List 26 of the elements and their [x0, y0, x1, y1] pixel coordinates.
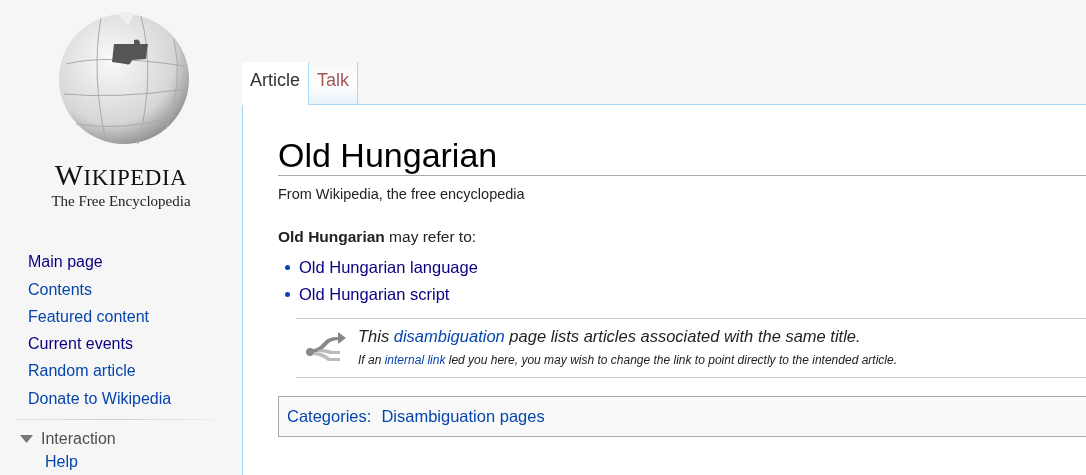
nav-link[interactable]: Current events: [28, 330, 133, 358]
nav-link[interactable]: Contents: [28, 275, 93, 303]
nav-link[interactable]: Featured content: [28, 302, 149, 331]
disambiguation-link[interactable]: disambiguation: [393, 327, 505, 345]
internal-link[interactable]: internal link: [384, 353, 446, 367]
bullet-icon: [285, 292, 290, 297]
logo-tagline: The Free Encyclopedia: [51, 193, 191, 210]
notice-text: This disambiguation page lists articles associated with the same title.: [358, 327, 862, 346]
bullet-icon: [285, 265, 290, 270]
category-link[interactable]: Disambiguation pages: [381, 407, 545, 426]
article-subtitle: From Wikipedia, the free encyclopedia: [278, 186, 526, 202]
article-link[interactable]: Old Hungarian language: [299, 258, 478, 277]
nav-link[interactable]: Random article: [28, 357, 136, 385]
portal-heading: Interaction: [41, 430, 116, 448]
page-tab[interactable]: Article: [242, 62, 309, 105]
logo-wordmark: WIKIPEDIA: [54, 158, 188, 192]
nav-link[interactable]: Help: [45, 448, 78, 475]
caret-down-icon[interactable]: [20, 435, 33, 443]
nav-link[interactable]: Main page: [28, 248, 103, 276]
categories-link[interactable]: Categories:: [287, 407, 372, 426]
intro-text: Old Hungarian may refer to:: [278, 228, 478, 246]
page-tab[interactable]: Talk: [309, 62, 359, 104]
article-link[interactable]: Old Hungarian script: [299, 285, 450, 304]
notice-hint: If an internal link led you here, you may wish to change the link to point directly to the intended article.: [358, 353, 897, 367]
article-title: Old Hungarian: [278, 135, 1086, 176]
nav-link[interactable]: Donate to Wikipedia: [28, 384, 172, 413]
